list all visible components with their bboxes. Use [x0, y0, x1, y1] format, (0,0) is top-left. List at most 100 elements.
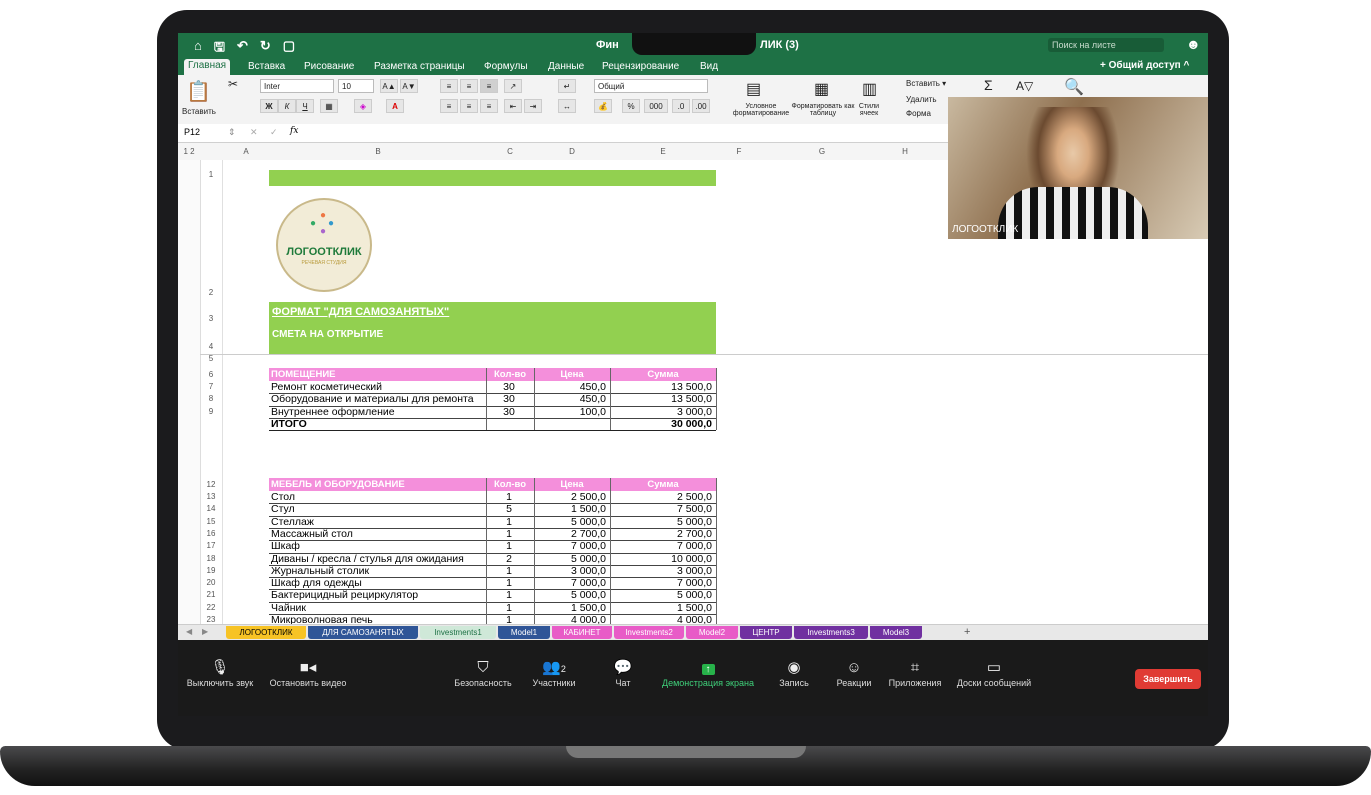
tab-review[interactable]: Рецензирование	[598, 60, 683, 73]
table-cell[interactable]: 7 000,0	[612, 540, 712, 552]
tab-formulas[interactable]: Формулы	[480, 60, 532, 73]
row-header[interactable]: 15	[200, 517, 222, 526]
clipboard-icon[interactable]: 📋	[186, 79, 211, 104]
shrink-font-button[interactable]: A▼	[400, 79, 418, 93]
table-cell[interactable]: 1 500,0	[536, 503, 606, 515]
row-header[interactable]: 8	[200, 394, 222, 403]
mute-button[interactable]: 🎙 Выключить звук	[182, 658, 258, 688]
prev-sheet-icon[interactable]: ◀	[186, 627, 192, 636]
align-middle-button[interactable]: ≡	[460, 79, 478, 93]
thousands-button[interactable]: 000	[644, 99, 668, 113]
currency-button[interactable]: 💰	[594, 99, 612, 113]
table-cell[interactable]: Журнальный столик	[271, 565, 482, 577]
table-cell[interactable]: Стеллаж	[271, 516, 482, 528]
whiteboards-button[interactable]: ▭ Доски сообщений	[954, 658, 1034, 688]
font-name-select[interactable]: Inter	[260, 79, 334, 93]
increase-indent-button[interactable]: ⇥	[524, 99, 542, 113]
stop-video-button[interactable]: ■◂ Остановить видео	[262, 658, 354, 688]
conditional-format-button[interactable]: Условное форматирование	[730, 103, 792, 117]
table-cell[interactable]: 7 500,0	[612, 503, 712, 515]
table-cell[interactable]: Диваны / кресла / стулья для ожидания	[271, 553, 482, 565]
next-sheet-icon[interactable]: ▶	[202, 627, 208, 636]
wrap-text-button[interactable]: ↵	[558, 79, 576, 93]
sheet-tab[interactable]: Investments3	[794, 626, 868, 639]
conditional-format-icon[interactable]: ▤	[746, 79, 761, 99]
italic-button[interactable]: К	[278, 99, 296, 113]
decrease-indent-button[interactable]: ⇤	[504, 99, 522, 113]
font-color-button[interactable]: A	[386, 99, 404, 113]
apps-button[interactable]: ⌗ Приложения	[884, 658, 946, 688]
row-header[interactable]: 21	[200, 590, 222, 599]
delete-cells-button[interactable]: Удалить	[906, 95, 937, 104]
chat-button[interactable]: 💬 Чат	[608, 658, 638, 688]
col-c[interactable]: C	[486, 147, 534, 156]
format-table-button[interactable]: Форматировать как таблицу	[790, 103, 856, 117]
col-h[interactable]: H	[882, 147, 928, 156]
sheet-tab[interactable]: Model1	[498, 626, 550, 639]
font-size-select[interactable]: 10	[338, 79, 374, 93]
table-cell[interactable]: 1	[488, 540, 530, 552]
bold-button[interactable]: Ж	[260, 99, 278, 113]
percent-button[interactable]: %	[622, 99, 640, 113]
col-a[interactable]: A	[222, 147, 270, 156]
table-cell[interactable]: 13 500,0	[612, 393, 712, 405]
col-b[interactable]: B	[270, 147, 486, 156]
undo-icon[interactable]: ↶	[237, 38, 248, 60]
search-input[interactable]: Поиск на листе	[1048, 38, 1164, 52]
cell-styles-icon[interactable]: ▥	[862, 79, 877, 99]
table-cell[interactable]: Стул	[271, 503, 482, 515]
table-cell[interactable]: 7 000,0	[536, 577, 606, 589]
fx-icon[interactable]: fx	[290, 126, 298, 136]
security-button[interactable]: ⛉ Безопасность	[448, 658, 518, 688]
merge-button[interactable]: ↔	[558, 99, 576, 113]
table-cell[interactable]: 1	[488, 528, 530, 540]
sheet-tab[interactable]: ДЛЯ САМОЗАНЯТЫХ	[308, 626, 418, 639]
row-header[interactable]: 5	[200, 354, 222, 363]
table-cell[interactable]: Стол	[271, 491, 482, 503]
table-cell[interactable]: 2 500,0	[612, 491, 712, 503]
table-cell[interactable]: 1	[488, 577, 530, 589]
table-cell[interactable]: Массажный стол	[271, 528, 482, 540]
sheet-tab[interactable]: ЦЕНТР	[740, 626, 792, 639]
col-f[interactable]: F	[716, 147, 762, 156]
table-cell[interactable]: 1 500,0	[536, 602, 606, 614]
table-cell[interactable]: Шкаф для одежды	[271, 577, 482, 589]
table-cell[interactable]: Внутреннее оформление	[271, 406, 482, 418]
format-cells-button[interactable]: Форма	[906, 109, 931, 118]
cell-styles-button[interactable]: Стили ячеек	[854, 103, 884, 117]
table-cell[interactable]: 1 500,0	[612, 602, 712, 614]
table-cell[interactable]: 5 000,0	[536, 589, 606, 601]
increase-decimal-button[interactable]: .0	[672, 99, 690, 113]
table-cell[interactable]: 5 000,0	[612, 516, 712, 528]
table-cell[interactable]: 2 700,0	[612, 528, 712, 540]
tab-page-layout[interactable]: Разметка страницы	[370, 60, 469, 73]
tab-home[interactable]: Главная	[184, 59, 231, 76]
number-format-select[interactable]: Общий	[594, 79, 708, 93]
table-cell[interactable]: Шкаф	[271, 540, 482, 552]
sheet-tab[interactable]: Investments1	[420, 626, 496, 639]
row-header[interactable]: 6	[200, 370, 222, 379]
cancel-icon[interactable]: ✕	[250, 127, 258, 138]
row-header[interactable]: 2	[200, 288, 222, 297]
tab-draw[interactable]: Рисование	[300, 60, 358, 73]
table-cell[interactable]: 1	[488, 589, 530, 601]
col-g[interactable]: G	[762, 147, 882, 156]
table-cell[interactable]: 3 000,0	[612, 565, 712, 577]
align-bottom-button[interactable]: ≡	[480, 79, 498, 93]
table-cell[interactable]: 1	[488, 516, 530, 528]
orientation-button[interactable]: ↗	[504, 79, 522, 93]
table-cell[interactable]: 5 000,0	[612, 589, 712, 601]
row-header[interactable]: 7	[200, 382, 222, 391]
table-cell[interactable]: 30	[488, 381, 530, 393]
table-cell[interactable]: 7 000,0	[536, 540, 606, 552]
table-cell[interactable]: Бактерицидный рециркулятор	[271, 589, 482, 601]
sheet-tab[interactable]: Model2	[686, 626, 738, 639]
row-header[interactable]: 12	[200, 480, 222, 489]
row-header[interactable]: 9	[200, 407, 222, 416]
sheet-tab[interactable]: КАБИНЕТ	[552, 626, 612, 639]
new-file-icon[interactable]: ▢	[283, 38, 295, 60]
align-right-button[interactable]: ≡	[480, 99, 498, 113]
align-left-button[interactable]: ≡	[440, 99, 458, 113]
reactions-button[interactable]: ☺ Реакции	[832, 658, 876, 688]
row-header[interactable]: 18	[200, 554, 222, 563]
